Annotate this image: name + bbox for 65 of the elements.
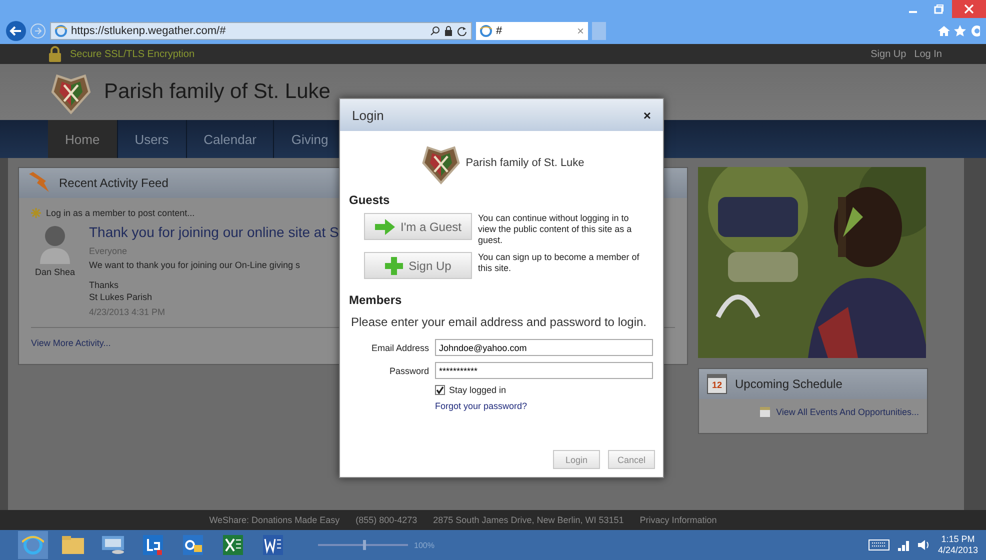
footer-text: (855) 800-4273 — [356, 515, 418, 525]
top-link[interactable]: Log In — [914, 48, 942, 60]
option-description: You can sign up to become a member of this site. — [478, 252, 640, 274]
input-field[interactable]: Johndoe@yahoo.com — [435, 339, 653, 356]
footer-text: Privacy Information — [640, 515, 717, 525]
checkbox-label: Stay logged in — [449, 385, 506, 395]
nav-tab[interactable]: Home — [48, 120, 118, 158]
events-link[interactable]: View All Events And Opportunities... — [776, 407, 919, 417]
refresh-icon[interactable] — [457, 26, 467, 36]
field-label: Password — [388, 366, 429, 376]
login-instructions: Please enter your email address and password to login. — [351, 315, 648, 329]
lock-icon — [48, 46, 62, 62]
post-closing: St Lukes Parish — [89, 292, 154, 302]
clock-time[interactable]: 1:15 PM — [941, 534, 975, 545]
network-icon[interactable] — [898, 539, 910, 551]
tab-close-button[interactable]: × — [576, 24, 584, 38]
arrow-icon — [374, 218, 394, 234]
section-heading: Guests — [349, 193, 391, 207]
address-bar[interactable]: https://stlukenp.wegather.com/# — [50, 22, 472, 40]
lightning-icon — [27, 172, 51, 194]
calendar-icon — [760, 407, 770, 417]
post-body: We want to thank you for joining our On-Line giving s — [89, 260, 301, 270]
option-description: You can continue without logging in to view the public content of this site as a guest. — [478, 213, 633, 246]
checkbox[interactable] — [435, 385, 445, 395]
dialog-title: Login — [352, 108, 384, 122]
post-title[interactable]: Thank you for joining our online site at S — [89, 224, 339, 240]
search-icon[interactable] — [430, 26, 440, 36]
tab-title: # — [496, 25, 504, 37]
field-label: Email Address — [370, 342, 429, 352]
plus-icon — [384, 256, 403, 274]
post-prompt[interactable]: Log in as a member to post content... — [46, 208, 195, 218]
browser-tab[interactable]: # × — [476, 22, 588, 40]
input-field[interactable]: *********** — [435, 362, 653, 379]
view-more-link[interactable]: View More Activity... — [31, 338, 111, 348]
dialog-button[interactable]: Login — [553, 450, 600, 469]
browser-logo-icon — [55, 25, 67, 37]
option-button[interactable]: I'm a Guest — [364, 213, 472, 240]
panel-title: Upcoming Schedule — [735, 377, 842, 391]
avatar-icon — [38, 224, 72, 264]
site-title: Parish family of St. Luke — [104, 80, 330, 104]
section-heading: Members — [349, 293, 403, 307]
brand-name: Parish family of St. Luke — [466, 157, 584, 169]
author-name: Dan Shea — [34, 267, 76, 277]
panel-title: Recent Activity Feed — [59, 176, 168, 190]
keyboard-icon[interactable] — [868, 539, 890, 551]
calendar-icon: 12 — [707, 374, 727, 394]
star-icon[interactable] — [954, 25, 966, 37]
top-link[interactable]: Sign Up — [870, 48, 906, 60]
url-text: https://stlukenp.wegather.com/# — [71, 25, 227, 37]
speaker-icon[interactable] — [918, 539, 930, 551]
browser-logo-icon — [480, 25, 492, 37]
footer-text: WeShare: Donations Made Easy — [209, 515, 340, 525]
zoom-level: 100% — [414, 540, 434, 550]
sparkle-icon — [31, 208, 41, 218]
clock-date[interactable]: 4/24/2013 — [938, 545, 978, 556]
security-label: Secure SSL/TLS Encryption — [70, 48, 195, 60]
forgot-password-link[interactable]: Forgot your password? — [435, 401, 528, 411]
lock-icon[interactable] — [444, 26, 453, 36]
close-button[interactable] — [952, 0, 986, 18]
footer-text: 2875 South James Drive, New Berlin, WI 53151 — [433, 515, 624, 525]
dialog-button[interactable]: Cancel — [608, 450, 655, 469]
option-button[interactable]: Sign Up — [364, 252, 472, 279]
post-closing: Thanks — [89, 280, 120, 290]
back-button[interactable] — [6, 21, 26, 41]
close-button[interactable]: × — [643, 108, 651, 122]
